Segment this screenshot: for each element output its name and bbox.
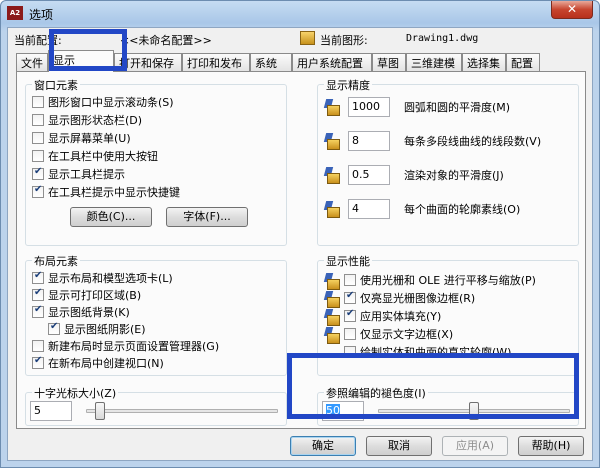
crosshair-size-group: 十字光标大小(Z) 5	[25, 385, 287, 426]
close-button[interactable]: ✕	[551, 1, 593, 19]
arc-smoothness-input[interactable]: 1000	[348, 97, 390, 117]
display-tab-panel: 窗口元素 图形窗口中显示滚动条(S) 显示图形状态栏(D) 显示屏幕菜单(U) …	[16, 71, 586, 429]
checkbox-label: 绘制实体和曲面的真实轮廓(W)	[360, 346, 512, 359]
checkbox-box[interactable]	[32, 287, 44, 301]
tab-drafting[interactable]: 草图	[372, 53, 406, 71]
xref-fade-selected-text: 50	[326, 404, 340, 417]
checkbox-box[interactable]	[32, 132, 44, 144]
drawing-saved-icon	[323, 201, 342, 219]
drawing-saved-icon	[323, 327, 342, 345]
checkbox-box[interactable]	[32, 270, 44, 284]
tab-selection[interactable]: 选择集	[462, 53, 506, 71]
checkbox-label: 使用光栅和 OLE 进行平移与缩放(P)	[360, 274, 536, 287]
checkbox-label: 在工具栏提示中显示快捷键	[48, 186, 180, 199]
checkbox-label: 在工具栏中使用大按钮	[48, 150, 158, 163]
tab-user-preferences[interactable]: 用户系统配置	[292, 53, 372, 71]
drawing-saved-icon	[323, 273, 342, 291]
xref-fade-title: 参照编辑的褪色度(I)	[324, 385, 428, 401]
help-button[interactable]: 帮助(H)	[518, 436, 584, 456]
layout-elements-title: 布局元素	[32, 253, 80, 269]
autocad-app-icon: A2	[7, 6, 23, 20]
checkbox-box[interactable]	[344, 308, 356, 322]
checkbox-label: 应用实体填充(Y)	[360, 310, 442, 323]
checkbox-label: 显示屏幕菜单(U)	[48, 132, 131, 145]
layout-elements-group: 布局元素 显示布局和模型选项卡(L) 显示可打印区域(B) 显示图纸背景(K) …	[25, 253, 287, 376]
checkbox-box[interactable]	[32, 340, 44, 352]
checkbox-box[interactable]	[32, 114, 44, 126]
polyline-segments-label: 每条多段线曲线的线段数(V)	[404, 135, 542, 148]
title-bar[interactable]: A2 选项 ✕	[1, 1, 599, 27]
current-profile-label: 当前配置:	[14, 34, 62, 47]
dialog-title: 选项	[29, 8, 54, 22]
checkbox-label: 显示可打印区域(B)	[48, 289, 142, 302]
checkbox-box[interactable]	[344, 274, 356, 286]
drawing-saved-icon	[323, 291, 342, 309]
checkbox-label: 显示图纸阴影(E)	[64, 323, 146, 336]
tab-display[interactable]: 显示	[48, 50, 114, 72]
crosshair-size-slider-thumb[interactable]	[95, 402, 106, 420]
checkbox-box[interactable]	[32, 184, 44, 198]
drawing-saved-icon	[323, 167, 342, 185]
checkbox-label: 显示工具栏提示	[48, 168, 125, 181]
apply-button[interactable]: 应用(A)	[442, 436, 508, 456]
colors-button[interactable]: 颜色(C)...	[70, 207, 152, 227]
current-drawing-value: Drawing1.dwg	[406, 33, 479, 44]
contour-lines-label: 每个曲面的轮廓素线(O)	[404, 203, 521, 216]
options-dialog: A2 选项 ✕ 当前配置: <<未命名配置>> 当前图形: Drawing1.d…	[0, 0, 600, 468]
current-drawing-label: 当前图形:	[320, 34, 368, 47]
display-precision-title: 显示精度	[324, 77, 372, 93]
checkbox-box[interactable]	[344, 328, 356, 340]
checkbox-box[interactable]	[32, 150, 44, 162]
crosshair-size-title: 十字光标大小(Z)	[32, 385, 119, 401]
cancel-button[interactable]: 取消	[366, 436, 432, 456]
checkbox-box[interactable]	[48, 321, 60, 335]
contour-lines-input[interactable]: 4	[348, 199, 390, 219]
checkbox-box[interactable]	[344, 346, 356, 358]
drawing-saved-icon	[323, 99, 342, 117]
tab-3d-modeling[interactable]: 三维建模	[406, 53, 462, 71]
drawing-saved-icon	[323, 133, 342, 151]
tab-profiles[interactable]: 配置	[506, 53, 540, 71]
crosshair-size-input[interactable]: 5	[30, 401, 72, 421]
arc-smoothness-label: 圆弧和圆的平滑度(M)	[404, 101, 511, 114]
drawing-saved-icon	[323, 309, 342, 327]
checkbox-label: 仅亮显光栅图像边框(R)	[360, 292, 476, 305]
crosshair-size-slider-track[interactable]	[86, 409, 278, 413]
checkbox-label: 显示布局和模型选项卡(L)	[48, 272, 173, 285]
render-smoothness-label: 渲染对象的平滑度(J)	[404, 169, 504, 182]
tab-plot-publish[interactable]: 打印和发布	[182, 53, 250, 71]
drawing-file-icon	[300, 31, 315, 45]
xref-fade-slider-thumb[interactable]	[469, 402, 479, 420]
tab-open-save[interactable]: 打开和保存	[114, 53, 182, 71]
current-profile-value: <<未命名配置>>	[120, 34, 212, 47]
checkbox-box[interactable]	[32, 355, 44, 369]
checkbox-label: 显示图形状态栏(D)	[48, 114, 143, 127]
dialog-client: 当前配置: <<未命名配置>> 当前图形: Drawing1.dwg 文件 显示…	[7, 27, 593, 461]
window-elements-group: 窗口元素 图形窗口中显示滚动条(S) 显示图形状态栏(D) 显示屏幕菜单(U) …	[25, 77, 287, 246]
window-elements-title: 窗口元素	[32, 77, 80, 93]
xref-fade-input[interactable]: 50	[322, 401, 364, 421]
checkbox-label: 新建布局时显示页面设置管理器(G)	[48, 340, 220, 353]
checkbox-box[interactable]	[32, 304, 44, 318]
checkbox-label: 图形窗口中显示滚动条(S)	[48, 96, 174, 109]
render-smoothness-input[interactable]: 0.5	[348, 165, 390, 185]
fonts-button[interactable]: 字体(F)...	[166, 207, 248, 227]
tab-system[interactable]: 系统	[250, 53, 292, 71]
checkbox-label: 显示图纸背景(K)	[48, 306, 130, 319]
checkbox-label: 在新布局中创建视口(N)	[48, 357, 164, 370]
checkbox-box[interactable]	[32, 166, 44, 180]
polyline-segments-input[interactable]: 8	[348, 131, 390, 151]
display-precision-group: 显示精度 1000 圆弧和圆的平滑度(M) 8 每条多段线曲线的线段数(V) 0…	[317, 77, 579, 246]
ok-button[interactable]: 确定	[290, 436, 356, 456]
display-performance-title: 显示性能	[324, 253, 372, 269]
checkbox-box[interactable]	[344, 290, 356, 304]
xref-fade-group: 参照编辑的褪色度(I) 50	[317, 385, 579, 426]
checkbox-label: 仅显示文字边框(X)	[360, 328, 454, 341]
checkbox-box[interactable]	[32, 96, 44, 108]
tab-files[interactable]: 文件	[16, 53, 48, 71]
display-performance-group: 显示性能 使用光栅和 OLE 进行平移与缩放(P) 仅亮显光栅图像边框(R) 应…	[317, 253, 579, 376]
